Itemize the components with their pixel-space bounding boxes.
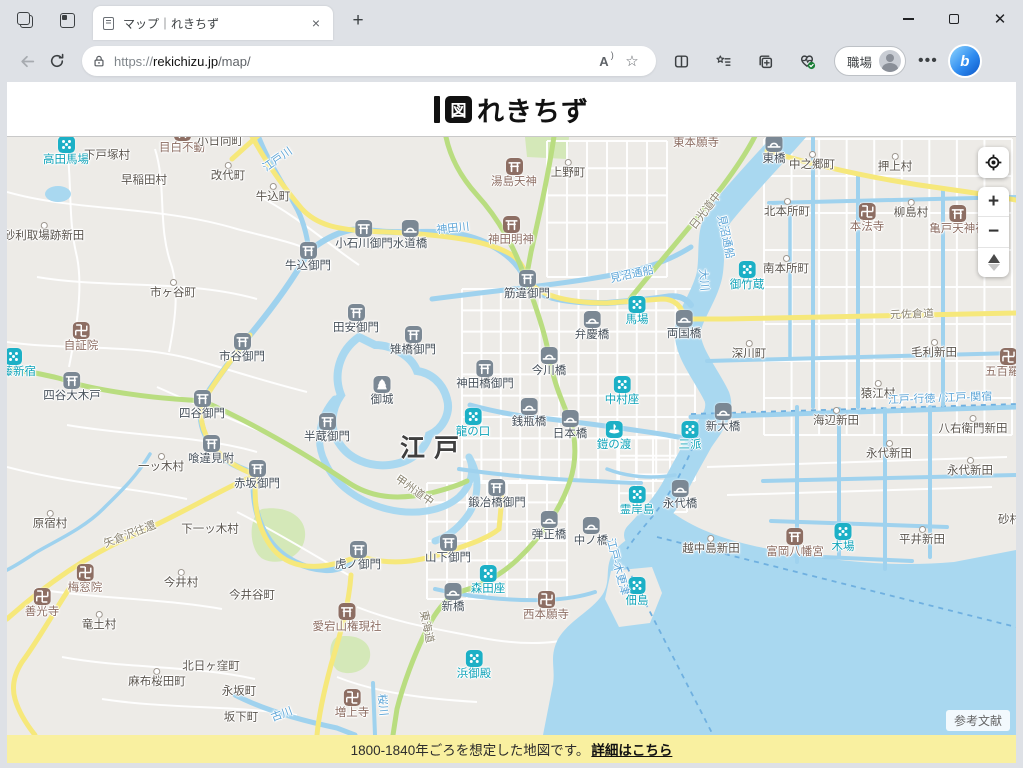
compass-north-icon: [988, 254, 1000, 263]
browser-toolbar: https://rekichizu.jp/map/ A ☆ 職場 ••• b: [0, 40, 1023, 82]
compass-south-icon: [988, 264, 1000, 271]
site-logo[interactable]: 図 れきちず: [434, 90, 589, 129]
zoom-control: + −: [978, 187, 1009, 277]
new-tab-button[interactable]: +: [345, 10, 371, 32]
browser-essentials-icon: [798, 52, 816, 70]
window-controls: ✕: [885, 0, 1023, 40]
logo-bar-icon: [434, 96, 440, 123]
tab-title: マップ｜れきちず: [123, 15, 309, 32]
url-text: https://rekichizu.jp/map/: [114, 54, 590, 69]
page-favicon-icon: [103, 17, 114, 30]
read-aloud-icon: A: [599, 54, 608, 69]
minimize-button[interactable]: [885, 0, 931, 38]
locate-button[interactable]: [978, 147, 1009, 178]
compass-button[interactable]: [978, 247, 1009, 277]
browser-essentials-button[interactable]: [790, 46, 824, 76]
locate-icon: [985, 154, 1002, 171]
profile-button[interactable]: 職場: [834, 46, 906, 76]
read-aloud-button[interactable]: A: [590, 49, 618, 73]
refresh-icon: [49, 53, 65, 69]
workspaces-icon: [17, 12, 33, 28]
collections-button[interactable]: [748, 46, 782, 76]
maximize-icon: [949, 14, 959, 24]
workspaces-button[interactable]: [8, 5, 42, 35]
star-icon: ☆: [625, 52, 638, 70]
favorite-this-page-button[interactable]: ☆: [618, 49, 646, 73]
back-button[interactable]: [12, 46, 42, 76]
refresh-button[interactable]: [42, 46, 72, 76]
tab-actions-icon: [60, 13, 75, 28]
avatar: [879, 50, 901, 72]
close-icon: ✕: [994, 12, 1007, 27]
minimize-icon: [903, 18, 914, 19]
browser-tab[interactable]: マップ｜れきちず ×: [93, 6, 333, 40]
bing-chat-button[interactable]: b: [950, 46, 980, 76]
tab-actions-button[interactable]: [50, 5, 84, 35]
favorites-icon: [715, 53, 732, 70]
references-button[interactable]: 参考文献: [946, 710, 1010, 731]
browser-titlebar: マップ｜れきちず × + ✕: [0, 0, 1023, 40]
settings-menu-button[interactable]: •••: [918, 52, 938, 70]
logo-text: れきちず: [477, 90, 589, 129]
edge-window: { "browser": { "tab_title": "マップ｜れきちず", …: [0, 0, 1023, 768]
address-bar[interactable]: https://rekichizu.jp/map/ A ☆: [82, 46, 656, 76]
details-link[interactable]: 詳細はこちら: [591, 739, 672, 759]
zoom-in-button[interactable]: +: [978, 187, 1009, 216]
profile-label: 職場: [847, 52, 872, 71]
map-base-art: [7, 137, 1016, 735]
close-button[interactable]: ✕: [977, 0, 1023, 38]
collections-icon: [757, 53, 774, 70]
favorites-button[interactable]: [706, 46, 740, 76]
page-content: 図 れきちず: [7, 82, 1016, 763]
map-canvas[interactable]: 高田馬場内藤新宿龍の口馬場中村座御竹蔵森田座浜御殿鎧の渡三派霊岸島佃島木場小石川…: [7, 137, 1016, 735]
lock-icon: [92, 54, 106, 68]
back-icon: [19, 53, 36, 70]
site-header: 図 れきちず: [7, 82, 1016, 137]
zoom-out-button[interactable]: −: [978, 216, 1009, 246]
notice-text: 1800-1840年ごろを想定した地図です。: [351, 739, 590, 759]
bing-icon: b: [960, 53, 969, 70]
split-screen-button[interactable]: [664, 46, 698, 76]
maximize-button[interactable]: [931, 0, 977, 38]
split-screen-icon: [673, 53, 690, 70]
tab-close-icon[interactable]: ×: [309, 15, 323, 31]
notice-banner: 1800-1840年ごろを想定した地図です。詳細はこちら: [7, 735, 1016, 763]
logo-map-icon: 図: [445, 96, 472, 123]
